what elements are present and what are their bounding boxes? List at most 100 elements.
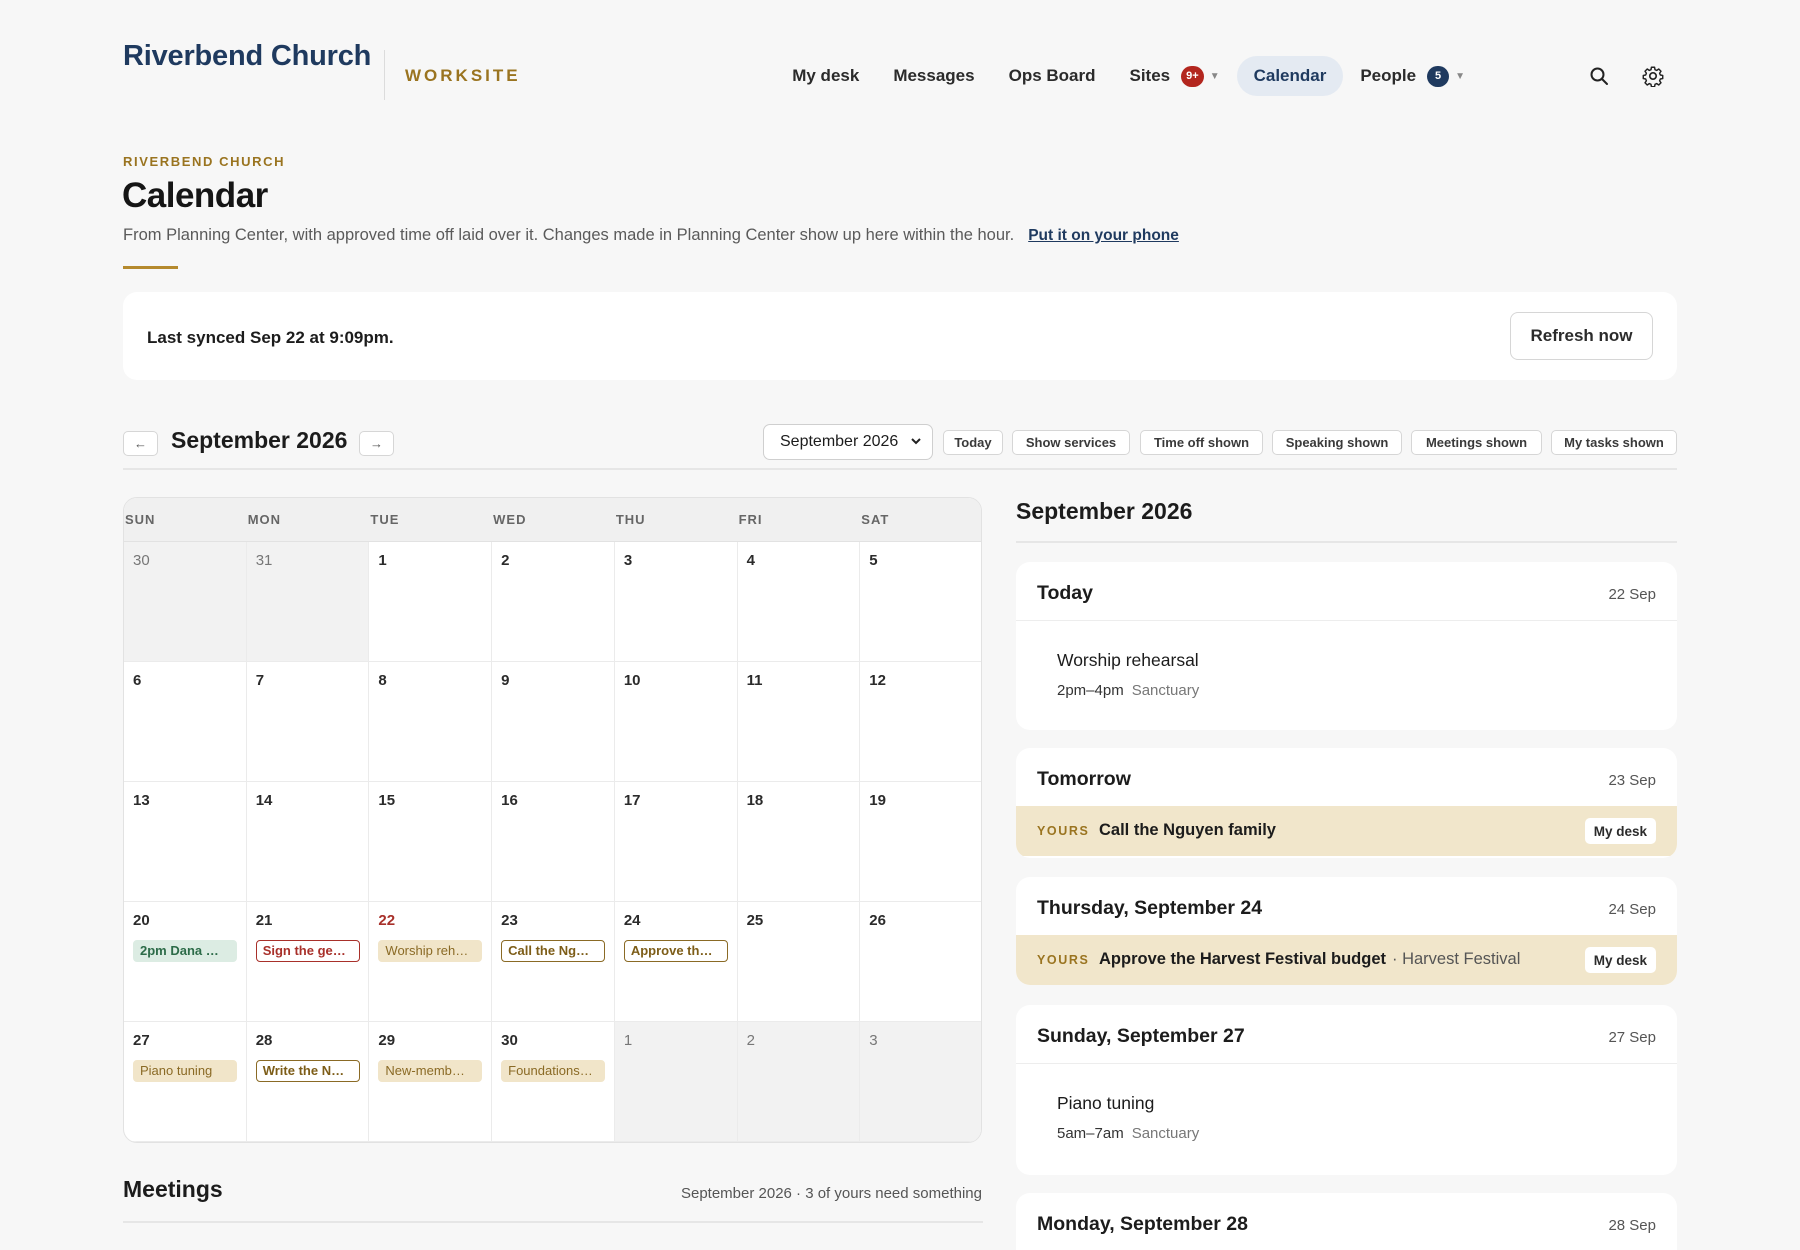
calendar-day-cell[interactable]: 13 [124, 782, 247, 902]
calendar-day-cell[interactable]: 6 [124, 662, 247, 782]
day-number: 27 [133, 1032, 150, 1049]
page-description: From Planning Center, with approved time… [123, 226, 1179, 245]
day-number: 12 [869, 672, 886, 689]
agenda-day-thursday: Thursday, September 24 24 Sep YOURS Appr… [1016, 877, 1677, 985]
calendar-day-cell[interactable]: 22 Worship reh… [369, 902, 493, 1022]
calendar-day-cell[interactable]: 30 [124, 542, 247, 662]
agenda-card-divider [1016, 620, 1677, 621]
refresh-now-button[interactable]: Refresh now [1510, 312, 1653, 360]
brand-logo[interactable]: Riverbend Church [123, 40, 371, 73]
agenda-event-time: 5am–7am [1057, 1125, 1124, 1142]
calendar-day-cell[interactable]: 14 [246, 782, 370, 902]
calendar-event-pill[interactable]: Write the N… [255, 1060, 360, 1082]
search-icon[interactable] [1585, 62, 1613, 90]
calendar-day-cell[interactable]: 28 Write the N… [246, 1022, 370, 1142]
agenda-task-title: Approve the Harvest Festival budget [1099, 950, 1386, 968]
calendar-event-pill[interactable]: Foundations… [501, 1060, 606, 1082]
chevron-down-icon: ▼ [1455, 70, 1465, 82]
calendar-day-cell[interactable]: 19 [860, 782, 981, 902]
nav-messages[interactable]: Messages [876, 56, 991, 96]
toggle-speaking[interactable]: Speaking shown [1272, 430, 1402, 455]
calendar-event-pill[interactable]: Piano tuning [133, 1060, 237, 1082]
agenda-event-location: Sanctuary [1131, 1125, 1200, 1142]
calendar-day-cell[interactable]: 27 Piano tuning [124, 1022, 247, 1142]
calendar-day-cell[interactable]: 1 [614, 1022, 738, 1142]
calendar-day-cell[interactable]: 5 [860, 542, 981, 662]
month-calendar-grid: SUN MON TUE WED THU FRI SAT 30 31 1 2 3 4 5 6 7 8 9 10 11 1… [123, 497, 982, 1143]
my-desk-button[interactable]: My desk [1584, 818, 1656, 844]
day-number: 11 [746, 672, 763, 689]
toggle-show-services[interactable]: Show services [1012, 430, 1130, 455]
calendar-day-cell[interactable]: 25 [737, 902, 861, 1022]
today-button[interactable]: Today [943, 430, 1003, 455]
nav-people[interactable]: People 5 ▼ [1343, 56, 1482, 96]
title-accent-rule [123, 266, 178, 269]
calendar-event-pill[interactable]: Call the Ng… [501, 940, 606, 962]
calendar-day-cell[interactable]: 1 [369, 542, 493, 662]
calendar-day-cell[interactable]: 10 [614, 662, 738, 782]
day-number: 8 [378, 672, 387, 689]
chevron-down-icon: ▼ [1209, 70, 1220, 82]
calendar-day-cell[interactable]: 24 Approve th… [614, 902, 738, 1022]
next-month-button[interactable]: → [359, 431, 394, 456]
calendar-day-cell[interactable]: 29 New-memb… [369, 1022, 493, 1142]
agenda-task-row[interactable]: YOURS Approve the Harvest Festival budge… [1016, 935, 1677, 985]
day-number: 30 [501, 1032, 518, 1049]
gear-icon[interactable] [1639, 62, 1667, 90]
toggle-meetings[interactable]: Meetings shown [1411, 430, 1542, 455]
calendar-event-pill[interactable]: 2pm Dana … [133, 940, 237, 962]
agenda-task-text: Approve the Harvest Festival budget · Har… [1099, 950, 1520, 969]
month-select[interactable]: September 2026 [763, 424, 933, 460]
month-select-value: September 2026 [780, 433, 899, 450]
calendar-day-cell[interactable]: 20 2pm Dana … [124, 902, 247, 1022]
sync-status-text: Last synced Sep 22 at 9:09pm. [147, 328, 394, 347]
toggle-my-tasks[interactable]: My tasks shown [1551, 430, 1677, 455]
agenda-event-meta: 2pm–4pm Sanctuary [1057, 682, 1199, 699]
calendar-day-cell[interactable]: 23 Call the Ng… [492, 902, 615, 1022]
calendar-day-cell[interactable]: 31 [246, 542, 370, 662]
calendar-day-cell[interactable]: 17 [614, 782, 738, 902]
agenda-day-label: Sunday, September 27 [1037, 1025, 1245, 1047]
day-number: 5 [869, 552, 878, 569]
calendar-day-cell[interactable]: 8 [369, 662, 493, 782]
calendar-day-cell[interactable]: 12 [860, 662, 981, 782]
calendar-day-cell[interactable]: 21 Sign the ge… [246, 902, 370, 1022]
day-number: 26 [869, 912, 886, 929]
nav-calendar[interactable]: Calendar [1236, 56, 1344, 96]
my-desk-button[interactable]: My desk [1584, 947, 1656, 973]
calendar-day-cell[interactable]: 2 [737, 1022, 861, 1142]
nav-sites[interactable]: Sites 9+ ▼ [1113, 56, 1237, 96]
calendar-day-cell[interactable]: 18 [737, 782, 861, 902]
calendar-day-cell[interactable]: 26 [860, 902, 981, 1022]
calendar-event-pill[interactable]: Worship reh… [378, 940, 483, 962]
weekday-label: MON [247, 512, 282, 527]
calendar-day-cell[interactable]: 11 [737, 662, 861, 782]
calendar-day-cell[interactable]: 2 [492, 542, 615, 662]
calendar-day-cell[interactable]: 16 [492, 782, 615, 902]
day-number: 10 [623, 672, 641, 689]
nav-label: Calendar [1253, 66, 1327, 85]
calendar-day-cell[interactable]: 15 [369, 782, 493, 902]
calendar-event-pill[interactable]: Approve th… [623, 940, 728, 962]
calendar-day-cell[interactable]: 9 [492, 662, 615, 782]
agenda-event-name[interactable]: Piano tuning [1057, 1093, 1154, 1114]
agenda-event-name[interactable]: Worship rehearsal [1057, 650, 1199, 671]
calendar-event-pill[interactable]: Sign the ge… [255, 940, 360, 962]
agenda-task-row[interactable]: YOURS Call the Nguyen family My desk [1016, 806, 1677, 856]
calendar-day-cell[interactable]: 3 [860, 1022, 981, 1142]
phone-subscribe-link[interactable]: Put it on your phone [1028, 227, 1179, 244]
calendar-day-cell[interactable]: 30 Foundations… [492, 1022, 615, 1142]
day-number: 4 [746, 552, 755, 569]
calendar-day-cell[interactable]: 4 [737, 542, 861, 662]
day-number: 30 [133, 552, 150, 569]
nav-ops-board[interactable]: Ops Board [992, 56, 1113, 96]
calendar-day-cell[interactable]: 3 [614, 542, 738, 662]
meetings-summary: September 2026 · 3 of yours need somethi… [680, 1185, 982, 1202]
nav-my-desk[interactable]: My desk [775, 56, 876, 96]
prev-month-button[interactable]: ← [123, 431, 158, 456]
calendar-event-pill[interactable]: New-memb… [378, 1060, 483, 1082]
calendar-day-cell[interactable]: 7 [246, 662, 370, 782]
yours-tag: YOURS [1037, 824, 1090, 838]
toggle-time-off[interactable]: Time off shown [1140, 430, 1263, 455]
agenda-card-divider [1016, 1063, 1677, 1064]
